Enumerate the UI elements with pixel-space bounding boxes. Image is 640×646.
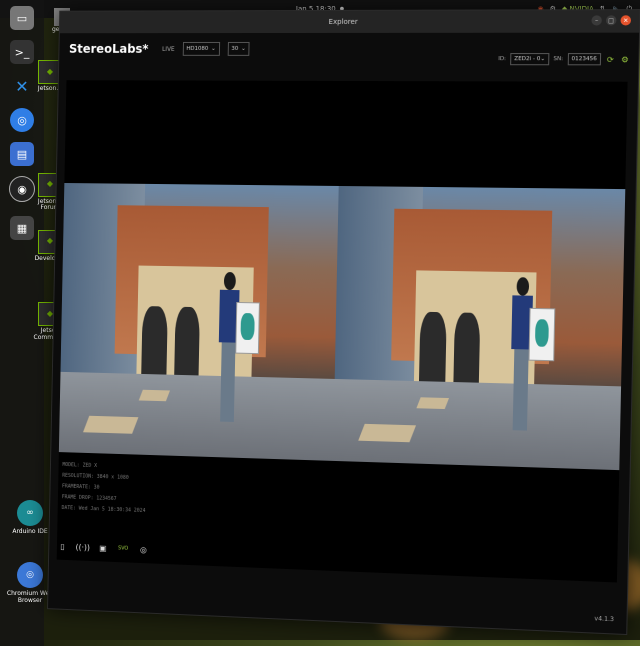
desktop-shortcut-arduino[interactable]: ∞ Arduino IDE bbox=[6, 500, 54, 535]
resolution-select[interactable]: HD1080 ⌄ bbox=[182, 41, 220, 56]
video-viewer[interactable]: MODEL: ZED X RESOLUTION: 3840 x 1080 FRA… bbox=[56, 80, 628, 583]
resolution-value: HD1080 bbox=[186, 45, 209, 52]
settings-icon[interactable]: ⚙ bbox=[620, 54, 631, 64]
stereo-frame bbox=[58, 183, 626, 471]
arduino-icon: ∞ bbox=[17, 500, 43, 526]
info-date: DATE: Wed Jan 5 18:30:34 2024 bbox=[61, 505, 146, 514]
desktop-shortcut-label: Arduino IDE bbox=[12, 528, 48, 535]
camera-controls: ID: ZED2i - 0 ⌄ SN: 0123456 ⟳ ⚙ bbox=[498, 53, 631, 66]
chromium-icon: ◎ bbox=[17, 562, 43, 588]
files-icon[interactable]: ▭ bbox=[10, 6, 34, 30]
sn-field[interactable]: 0123456 bbox=[567, 53, 602, 66]
id-label: ID: bbox=[498, 56, 507, 63]
app-header: StereoLabs* LIVE HD1080 ⌄ 30 ⌄ ID: ZED2i… bbox=[59, 33, 639, 66]
window-titlebar[interactable]: Explorer – □ ✕ bbox=[59, 10, 640, 34]
screenshot-icon[interactable]: ◎ bbox=[138, 543, 150, 555]
maximize-icon[interactable]: □ bbox=[605, 15, 617, 26]
refresh-icon[interactable]: ⟳ bbox=[605, 54, 616, 64]
desktop-shortcut-label: Chromium Web Browser bbox=[6, 590, 54, 604]
camera-value: ZED2i - 0 bbox=[514, 56, 541, 63]
camera-info: MODEL: ZED X RESOLUTION: 3840 x 1080 FRA… bbox=[61, 460, 146, 517]
brand-logo: StereoLabs* bbox=[68, 41, 149, 56]
version-label: v4.1.3 bbox=[594, 615, 615, 624]
svo-icon[interactable]: SVO bbox=[117, 542, 129, 554]
right-camera-image bbox=[332, 185, 626, 471]
chevron-down-icon: ⌄ bbox=[241, 45, 246, 52]
chevron-down-icon: ⌄ bbox=[540, 56, 546, 63]
camera-select[interactable]: ZED2i - 0 ⌄ bbox=[510, 53, 550, 66]
chevron-down-icon: ⌄ bbox=[211, 45, 216, 52]
window-title: Explorer bbox=[328, 17, 358, 26]
stream-icon[interactable]: ((·)) bbox=[75, 541, 90, 553]
fps-value: 30 bbox=[231, 45, 239, 52]
close-icon[interactable]: ✕ bbox=[620, 15, 632, 26]
sn-label: SN: bbox=[553, 56, 564, 63]
explorer-window: Explorer – □ ✕ StereoLabs* LIVE HD1080 ⌄… bbox=[47, 9, 640, 636]
left-camera-image bbox=[58, 183, 339, 461]
sn-value: 0123456 bbox=[571, 56, 597, 63]
fps-select[interactable]: 30 ⌄ bbox=[227, 41, 250, 56]
minimize-icon[interactable]: – bbox=[591, 15, 602, 26]
open-file-icon[interactable]: ▯ bbox=[57, 540, 69, 552]
record-svo-icon[interactable]: ▣ bbox=[97, 542, 109, 554]
window-controls: – □ ✕ bbox=[591, 15, 632, 26]
live-label: LIVE bbox=[161, 45, 175, 53]
